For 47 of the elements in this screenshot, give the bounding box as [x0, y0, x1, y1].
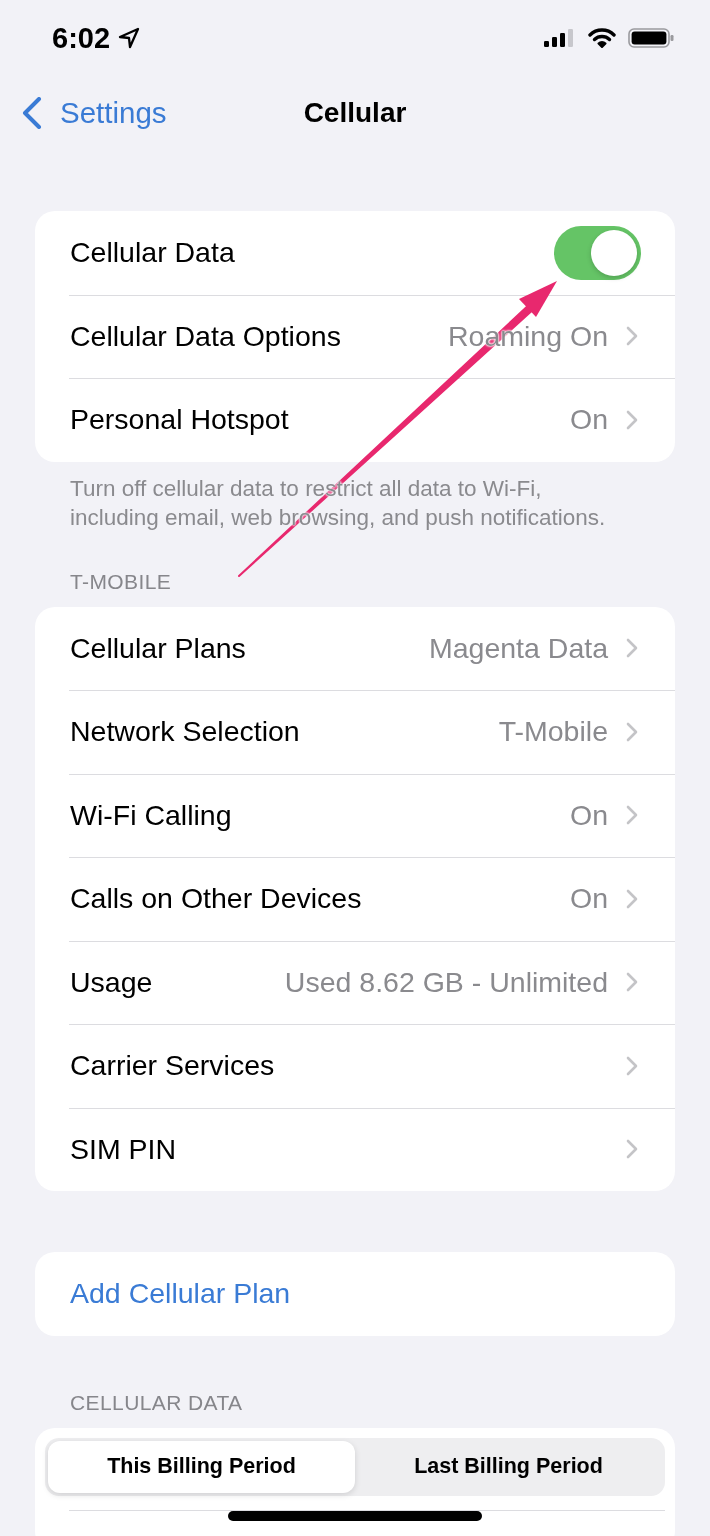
row-label: Calls on Other Devices	[70, 882, 362, 916]
row-label: Cellular Data	[70, 236, 235, 270]
row-label: Cellular Data Options	[70, 319, 341, 353]
chevron-icon	[626, 888, 638, 909]
action-button[interactable]: Add Cellular Plan	[35, 1252, 675, 1336]
chevron-left-icon	[22, 97, 42, 129]
row-label: Wi-Fi Calling	[70, 798, 232, 832]
chevron-icon	[626, 638, 638, 659]
chevron-icon	[626, 721, 638, 742]
segment-tab[interactable]: This Billing Period	[48, 1440, 355, 1493]
row-value: T-Mobile	[498, 715, 608, 749]
nav-title: Cellular	[303, 97, 407, 129]
chevron-icon	[626, 1139, 638, 1160]
chevron-icon	[626, 1055, 638, 1076]
row-value: Magenta Data	[428, 631, 608, 665]
toggle-switch[interactable]	[554, 225, 641, 280]
chevron-icon	[626, 805, 638, 826]
status-time: 6:02	[52, 21, 111, 55]
location-arrow-icon	[118, 27, 141, 49]
row-value: On	[569, 882, 608, 916]
row-label: Cellular Plans	[70, 631, 246, 665]
settings-row[interactable]: SIM PIN	[35, 1107, 675, 1191]
row-label: Usage	[70, 965, 153, 999]
settings-row[interactable]: Wi-Fi Calling On	[35, 773, 675, 857]
row-value: On	[569, 798, 608, 832]
chevron-icon	[626, 326, 638, 347]
row-label: Personal Hotspot	[70, 403, 289, 437]
battery-icon	[628, 28, 674, 48]
back-button[interactable]: Settings	[22, 96, 167, 130]
settings-row[interactable]: Cellular Plans Magenta Data	[35, 606, 675, 690]
row-label: Network Selection	[70, 715, 300, 749]
settings-row[interactable]: Network Selection T-Mobile	[35, 690, 675, 774]
row-label: Carrier Services	[70, 1049, 275, 1083]
segment-tab[interactable]: Last Billing Period	[355, 1440, 662, 1493]
settings-row[interactable]: Personal Hotspot On	[35, 378, 675, 462]
row-label: SIM PIN	[70, 1132, 177, 1166]
settings-row[interactable]: Carrier Services	[35, 1024, 675, 1108]
section-header: T-MOBILE	[70, 569, 173, 594]
chevron-icon	[626, 409, 638, 430]
signal-icon	[544, 29, 576, 47]
row-value: On	[569, 403, 608, 437]
chevron-icon	[626, 972, 638, 993]
row-value: Used 8.62 GB - Unlimited	[284, 965, 608, 999]
settings-row[interactable]: Calls on Other Devices On	[35, 857, 675, 941]
settings-row[interactable]: Usage Used 8.62 GB - Unlimited	[35, 940, 675, 1024]
wifi-icon	[588, 28, 616, 48]
section-header: CELLULAR DATA	[70, 1390, 244, 1415]
